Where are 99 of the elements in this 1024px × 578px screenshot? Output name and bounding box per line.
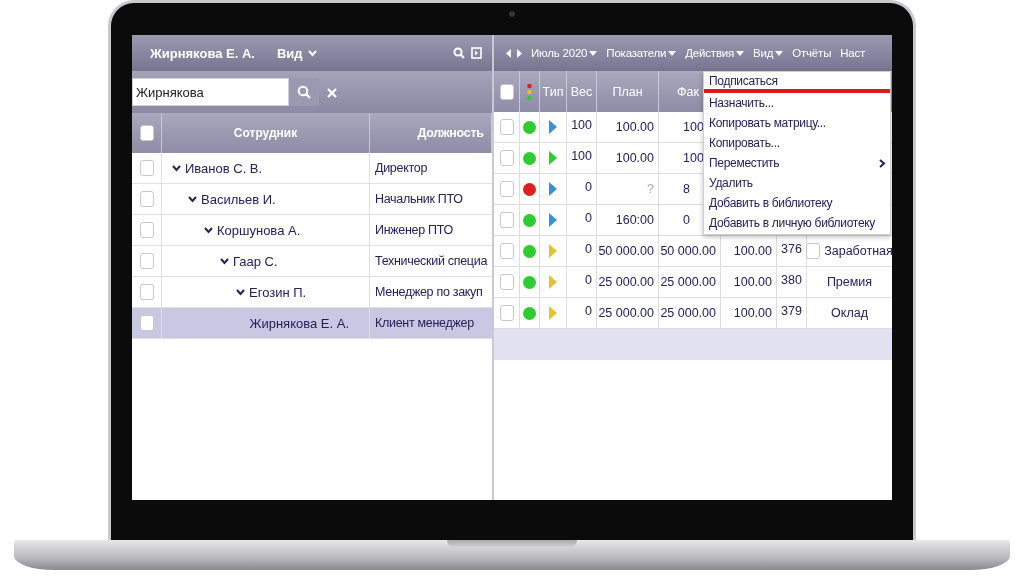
- employee-name: Коршунова А.: [217, 222, 301, 238]
- camera-dot: [509, 11, 515, 17]
- search-field[interactable]: Жирнякова: [132, 78, 289, 106]
- menu-item[interactable]: Удалить: [704, 173, 890, 193]
- dropdown-caret-icon: [589, 50, 598, 56]
- table-cell: 100.00: [615, 151, 654, 165]
- next-icon[interactable]: [517, 48, 522, 58]
- employee-row[interactable]: Гаар С. Технический специа: [132, 246, 492, 277]
- position-cell: Инженер ПТО: [375, 223, 453, 237]
- table-cell: 376: [781, 242, 802, 256]
- row-checkbox[interactable]: [139, 222, 154, 238]
- employee-name: Васильев И.: [201, 191, 276, 207]
- table-cell: 0: [585, 304, 592, 318]
- dropdown-caret-icon: [775, 50, 784, 56]
- toolbar-menu[interactable]: Наст: [840, 47, 866, 59]
- toolbar-menu[interactable]: Вид: [753, 47, 784, 59]
- chevron-down-icon: [204, 226, 213, 234]
- table-cell: ?: [647, 182, 654, 196]
- table-cell: 25 000.00: [660, 306, 716, 320]
- menu-item[interactable]: Копировать матрицу...: [704, 113, 890, 133]
- toolbar-menu[interactable]: Показатели: [606, 47, 677, 59]
- dropdown-caret-icon: [668, 50, 677, 56]
- table-cell: 50 000.00: [660, 244, 716, 258]
- select-all-checkbox[interactable]: [139, 125, 154, 141]
- table-cell: Оклад: [831, 306, 868, 320]
- previous-icon[interactable]: [506, 48, 511, 58]
- chevron-down-icon: [220, 257, 229, 265]
- employee-row[interactable]: Коршунова А. Инженер ПТО: [132, 215, 492, 246]
- table-cell: 0: [585, 242, 592, 256]
- view-menu[interactable]: Вид: [276, 45, 317, 61]
- menu-item[interactable]: Подписаться: [704, 73, 890, 93]
- table-cell: 0: [585, 273, 592, 287]
- employee-name: Гаар С.: [233, 253, 278, 269]
- table-cell: 160:00: [615, 213, 654, 227]
- employee-name: Иванов С. В.: [185, 160, 263, 176]
- row-checkbox[interactable]: [499, 274, 514, 290]
- table-cell: 25 000.00: [598, 306, 654, 320]
- row-checkbox[interactable]: [499, 181, 514, 197]
- table-cell: 0: [683, 213, 690, 227]
- table-cell: 50 000.00: [598, 244, 654, 258]
- employee-name: Жирнякова Е. А.: [249, 315, 349, 331]
- table-cell: 0: [585, 211, 592, 225]
- position-cell: Технический специа: [375, 254, 488, 268]
- table-cell: 379: [781, 304, 802, 318]
- chevron-down-icon: [236, 288, 245, 296]
- row-checkbox[interactable]: [499, 305, 514, 321]
- table-cell: 100: [683, 151, 704, 165]
- row-checkbox[interactable]: [499, 119, 514, 135]
- row-checkbox[interactable]: [139, 191, 154, 207]
- table-cell: 100.00: [615, 120, 654, 134]
- menu-item[interactable]: Назначить...: [704, 93, 890, 113]
- search-icon[interactable]: [453, 47, 465, 59]
- select-all-checkbox[interactable]: [499, 83, 514, 100]
- menu-item[interactable]: Добавить в личную библиотеку: [704, 213, 890, 233]
- row-checkbox[interactable]: [139, 315, 154, 331]
- row-checkbox[interactable]: [139, 284, 154, 300]
- table-cell: Премия: [826, 275, 873, 289]
- employee-row[interactable]: Егозин П. Менеджер по закуп: [132, 277, 492, 308]
- menu-item[interactable]: Переместить: [704, 153, 890, 173]
- employee-row[interactable]: Иванов С. В. Директор: [132, 153, 492, 184]
- chevron-down-icon: [307, 49, 317, 57]
- employee-name: Егозин П.: [249, 284, 307, 300]
- employee-row[interactable]: Жирнякова Е. А. Клиент менеджер: [132, 308, 492, 339]
- dropdown-caret-icon: [736, 50, 745, 56]
- chevron-right-icon: [879, 158, 886, 168]
- table-cell: 100: [571, 149, 592, 163]
- position-cell: Клиент менеджер: [375, 316, 474, 330]
- user-name: Жирнякова Е. А.: [150, 45, 255, 61]
- row-checkbox[interactable]: [499, 212, 514, 228]
- table-cell: 0: [585, 180, 592, 194]
- table-cell: 25 000.00: [660, 275, 716, 289]
- employee-row[interactable]: Васильев И. Начальник ПТО: [132, 184, 492, 215]
- row-checkbox[interactable]: [139, 253, 154, 269]
- search-icon: [297, 85, 311, 99]
- row-checkbox[interactable]: [139, 160, 154, 176]
- menu-item[interactable]: Добавить в библиотеку: [704, 193, 890, 213]
- row-checkbox[interactable]: [499, 243, 514, 259]
- export-icon[interactable]: [471, 47, 482, 59]
- position-cell: Менеджер по закуп: [375, 285, 483, 299]
- position-cell: Начальник ПТО: [375, 192, 463, 206]
- toolbar-menu[interactable]: Действия: [685, 47, 745, 59]
- table-cell: 100.00: [733, 306, 772, 320]
- table-cell: 100: [571, 118, 592, 132]
- toolbar-menu[interactable]: Отчёты: [792, 47, 832, 59]
- table-cell: 8: [683, 182, 690, 196]
- search-button[interactable]: [289, 78, 319, 106]
- chevron-down-icon: [188, 195, 197, 203]
- traffic-light-icon: [527, 82, 532, 101]
- menu-item[interactable]: Копировать...: [704, 133, 890, 153]
- table-cell: Заработная: [824, 244, 892, 258]
- table-cell: 380: [781, 273, 802, 287]
- table-cell: 100.00: [733, 275, 772, 289]
- chevron-down-icon: [172, 164, 181, 172]
- row-checkbox[interactable]: [806, 243, 821, 259]
- table-cell: 100: [683, 120, 704, 134]
- position-cell: Директор: [375, 161, 428, 175]
- row-checkbox[interactable]: [499, 150, 514, 166]
- table-cell: 100.00: [733, 244, 772, 258]
- table-cell: 25 000.00: [598, 275, 654, 289]
